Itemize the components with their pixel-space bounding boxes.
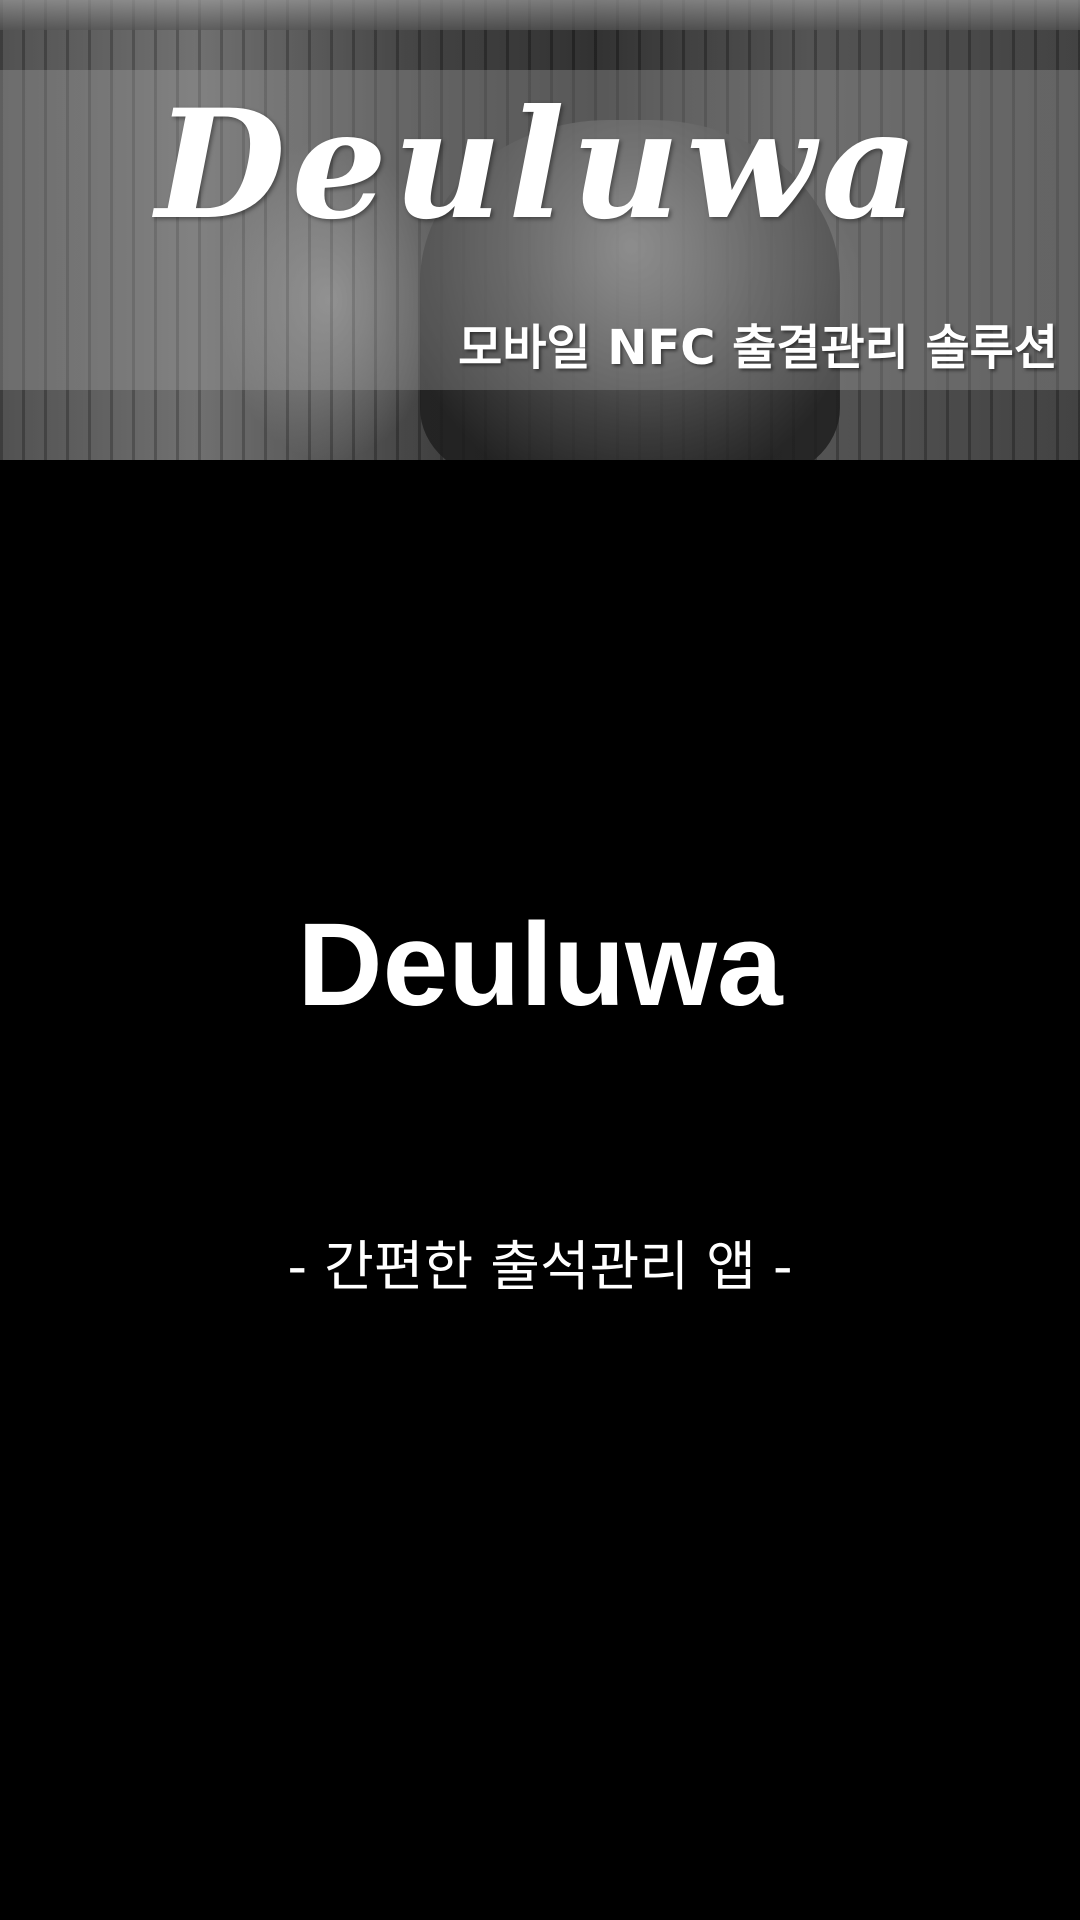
banner-title: Deuluwa	[155, 77, 925, 253]
hero-ceiling-beam	[0, 0, 1080, 30]
app-tagline: - 간편한 출석관리 앱 -	[287, 1235, 793, 1298]
hero-banner: Deuluwa 모바일 NFC 출결관리 솔루션	[0, 0, 1080, 460]
banner-subtitle: 모바일 NFC 출결관리 솔루션	[458, 320, 1058, 376]
app-name-heading: Deuluwa	[297, 899, 783, 1031]
